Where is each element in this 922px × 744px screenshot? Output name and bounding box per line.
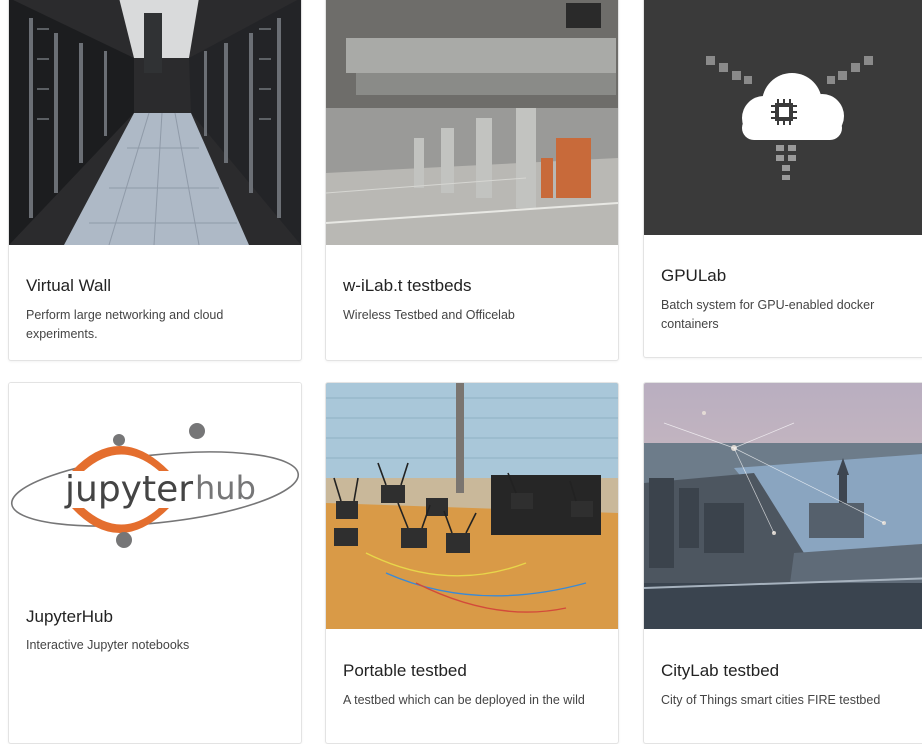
datacenter-aisle-image (9, 0, 301, 245)
card-description: Interactive Jupyter notebooks (26, 638, 190, 652)
card-description: Batch system for GPU-enabled docker cont… (661, 298, 875, 331)
card-jupyterhub[interactable]: jupyter hub JupyterHub Interactive Jupyt… (8, 382, 302, 744)
card-gpulab[interactable]: GPULab Batch system for GPU-enabled dock… (643, 0, 922, 358)
card-title: Virtual Wall (26, 276, 112, 295)
card-description: Perform large networking and cloud exper… (26, 308, 224, 341)
wireless-nodes-desk-image (326, 383, 618, 629)
city-aerial-image (644, 383, 922, 629)
jupyterhub-logo: jupyter hub (9, 383, 301, 601)
hub-logo-text: hub (195, 469, 256, 507)
card-description: City of Things smart cities FIRE testbed (661, 693, 881, 707)
card-wilab-testbeds[interactable]: w-iLab.t testbeds Wireless Testbed and O… (325, 0, 619, 361)
card-description: A testbed which can be deployed in the w… (343, 693, 585, 707)
card-virtual-wall[interactable]: Virtual Wall Perform large networking an… (8, 0, 302, 361)
industrial-hall-image (326, 0, 618, 245)
card-portable-testbed[interactable]: Portable testbed A testbed which can be … (325, 382, 619, 744)
card-title: JupyterHub (26, 607, 113, 626)
card-citylab-testbed[interactable]: CityLab testbed City of Things smart cit… (643, 382, 922, 744)
cloud-chip-icon (644, 0, 922, 235)
card-description: Wireless Testbed and Officelab (343, 308, 515, 322)
card-title: Portable testbed (343, 661, 467, 680)
card-title: CityLab testbed (661, 661, 780, 680)
card-title: w-iLab.t testbeds (343, 276, 472, 295)
card-title: GPULab (661, 266, 727, 285)
jupyter-logo-text: jupyter (64, 469, 193, 510)
